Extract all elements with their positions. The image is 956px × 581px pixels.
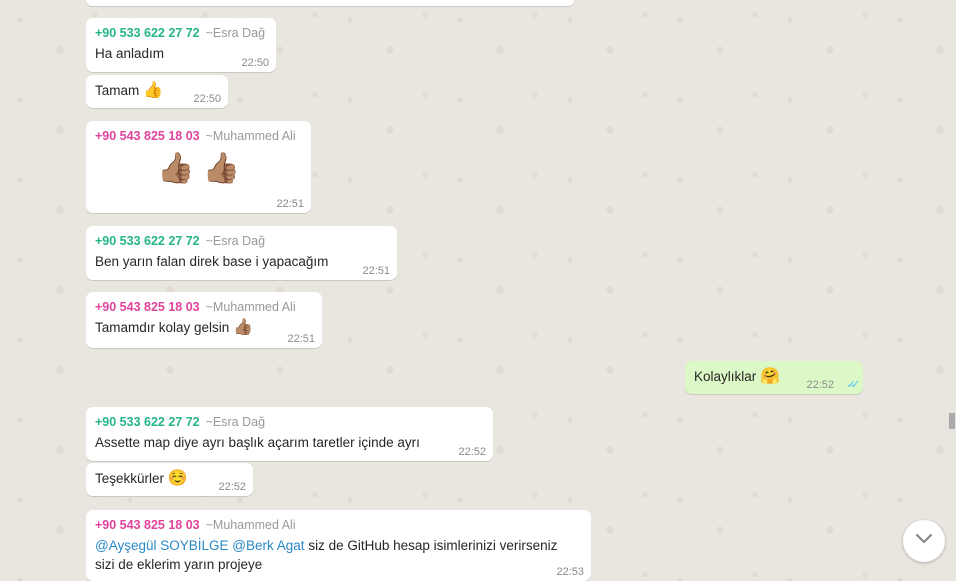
message-time: 22:52 <box>806 379 834 391</box>
mention-link[interactable]: @Ayşegül SOYBİLGE <box>95 538 229 553</box>
sender-name: ~Muhammed Ali <box>205 129 296 143</box>
sender-line: +90 543 825 18 03 ~Muhammed Ali <box>95 298 313 316</box>
sender-phone[interactable]: +90 543 825 18 03 <box>95 129 200 143</box>
sender-name: ~Muhammed Ali <box>205 518 296 532</box>
message-text-content: Teşekkürler <box>95 471 165 486</box>
incoming-message[interactable]: +90 543 825 18 03 ~Muhammed Ali 👍🏽 👍🏽 22:… <box>86 121 311 213</box>
message-time: 22:52 <box>218 481 246 493</box>
message-time: 22:50 <box>241 57 269 69</box>
incoming-message[interactable]: Teşekkürler ☺️ 22:52 <box>86 463 253 496</box>
sender-phone[interactable]: +90 543 825 18 03 <box>95 300 200 314</box>
sender-phone[interactable]: +90 533 622 27 72 <box>95 234 200 248</box>
message-time: 22:51 <box>362 265 390 277</box>
message-text-content: Tamam <box>95 83 140 98</box>
message-time: 22:51 <box>276 198 304 210</box>
chevron-down-icon <box>915 532 933 550</box>
incoming-message[interactable]: +90 533 622 27 72 ~Esra Dağ Ha anladım 22… <box>86 18 276 72</box>
sender-phone[interactable]: +90 533 622 27 72 <box>95 26 200 40</box>
message-time: 22:51 <box>287 333 315 345</box>
double-check-icon: ✓✓ <box>846 379 861 391</box>
message-text: Tamamdır kolay gelsin 👍🏽 <box>95 318 313 337</box>
sender-name: ~Esra Dağ <box>205 26 266 40</box>
scrollbar-thumb[interactable] <box>949 413 955 429</box>
message-time: 22:53 <box>556 566 584 578</box>
sender-line: +90 533 622 27 72 ~Esra Dağ <box>95 232 388 250</box>
sender-name: ~Muhammed Ali <box>205 300 296 314</box>
incoming-message[interactable]: Tamam 👍 22:50 <box>86 75 228 108</box>
message-text-content: Kolaylıklar <box>694 369 757 384</box>
sender-name: ~Esra Dağ <box>205 415 266 429</box>
sender-line: +90 533 622 27 72 ~Esra Dağ <box>95 413 484 431</box>
scroll-to-bottom-button[interactable] <box>903 520 945 562</box>
incoming-message[interactable]: +90 533 622 27 72 ~Esra Dağ Ben yarın fal… <box>86 226 397 280</box>
thumbs-up-icon: 👍🏽 <box>233 319 253 336</box>
incoming-message[interactable]: +90 533 622 27 72 ~Esra Dağ Assette map d… <box>86 407 493 461</box>
sender-line: +90 543 825 18 03 ~Muhammed Ali <box>95 516 582 534</box>
hugging-face-icon: 🤗 <box>760 368 780 385</box>
message-text: @Ayşegül SOYBİLGE @Berk Agat siz de GitH… <box>95 536 565 574</box>
message-time: 22:50 <box>193 93 221 105</box>
chat-message-pane[interactable]: +90 533 622 27 72 ~Esra Dağ Ha anladım 22… <box>0 0 956 581</box>
sender-phone[interactable]: +90 533 622 27 72 <box>95 415 200 429</box>
smiling-face-icon: ☺️ <box>167 470 188 487</box>
incoming-message[interactable]: +90 543 825 18 03 ~Muhammed Ali @Ayşegül … <box>86 510 591 581</box>
thumbs-up-icon: 👍🏽 👍🏽 <box>156 152 241 185</box>
outgoing-message[interactable]: Kolaylıklar 🤗 22:52 ✓✓ <box>685 361 863 394</box>
message-text-content: Tamamdır kolay gelsin <box>95 320 230 335</box>
message-text: Assette map diye ayrı başlık açarım tare… <box>95 435 420 450</box>
thumbs-up-icon: 👍 <box>143 82 163 99</box>
mention-link[interactable]: @Berk Agat <box>232 538 304 553</box>
message-time: 22:52 <box>458 446 486 458</box>
message-text: Ben yarın falan direk base i yapacağım <box>95 254 329 269</box>
sender-name: ~Esra Dağ <box>205 234 266 248</box>
sender-line: +90 533 622 27 72 ~Esra Dağ <box>95 24 267 42</box>
incoming-message[interactable]: +90 543 825 18 03 ~Muhammed Ali Tamamdır … <box>86 292 322 348</box>
sender-phone[interactable]: +90 543 825 18 03 <box>95 518 200 532</box>
sender-line: +90 543 825 18 03 ~Muhammed Ali <box>95 127 302 145</box>
message-bubble-partial <box>86 0 574 6</box>
